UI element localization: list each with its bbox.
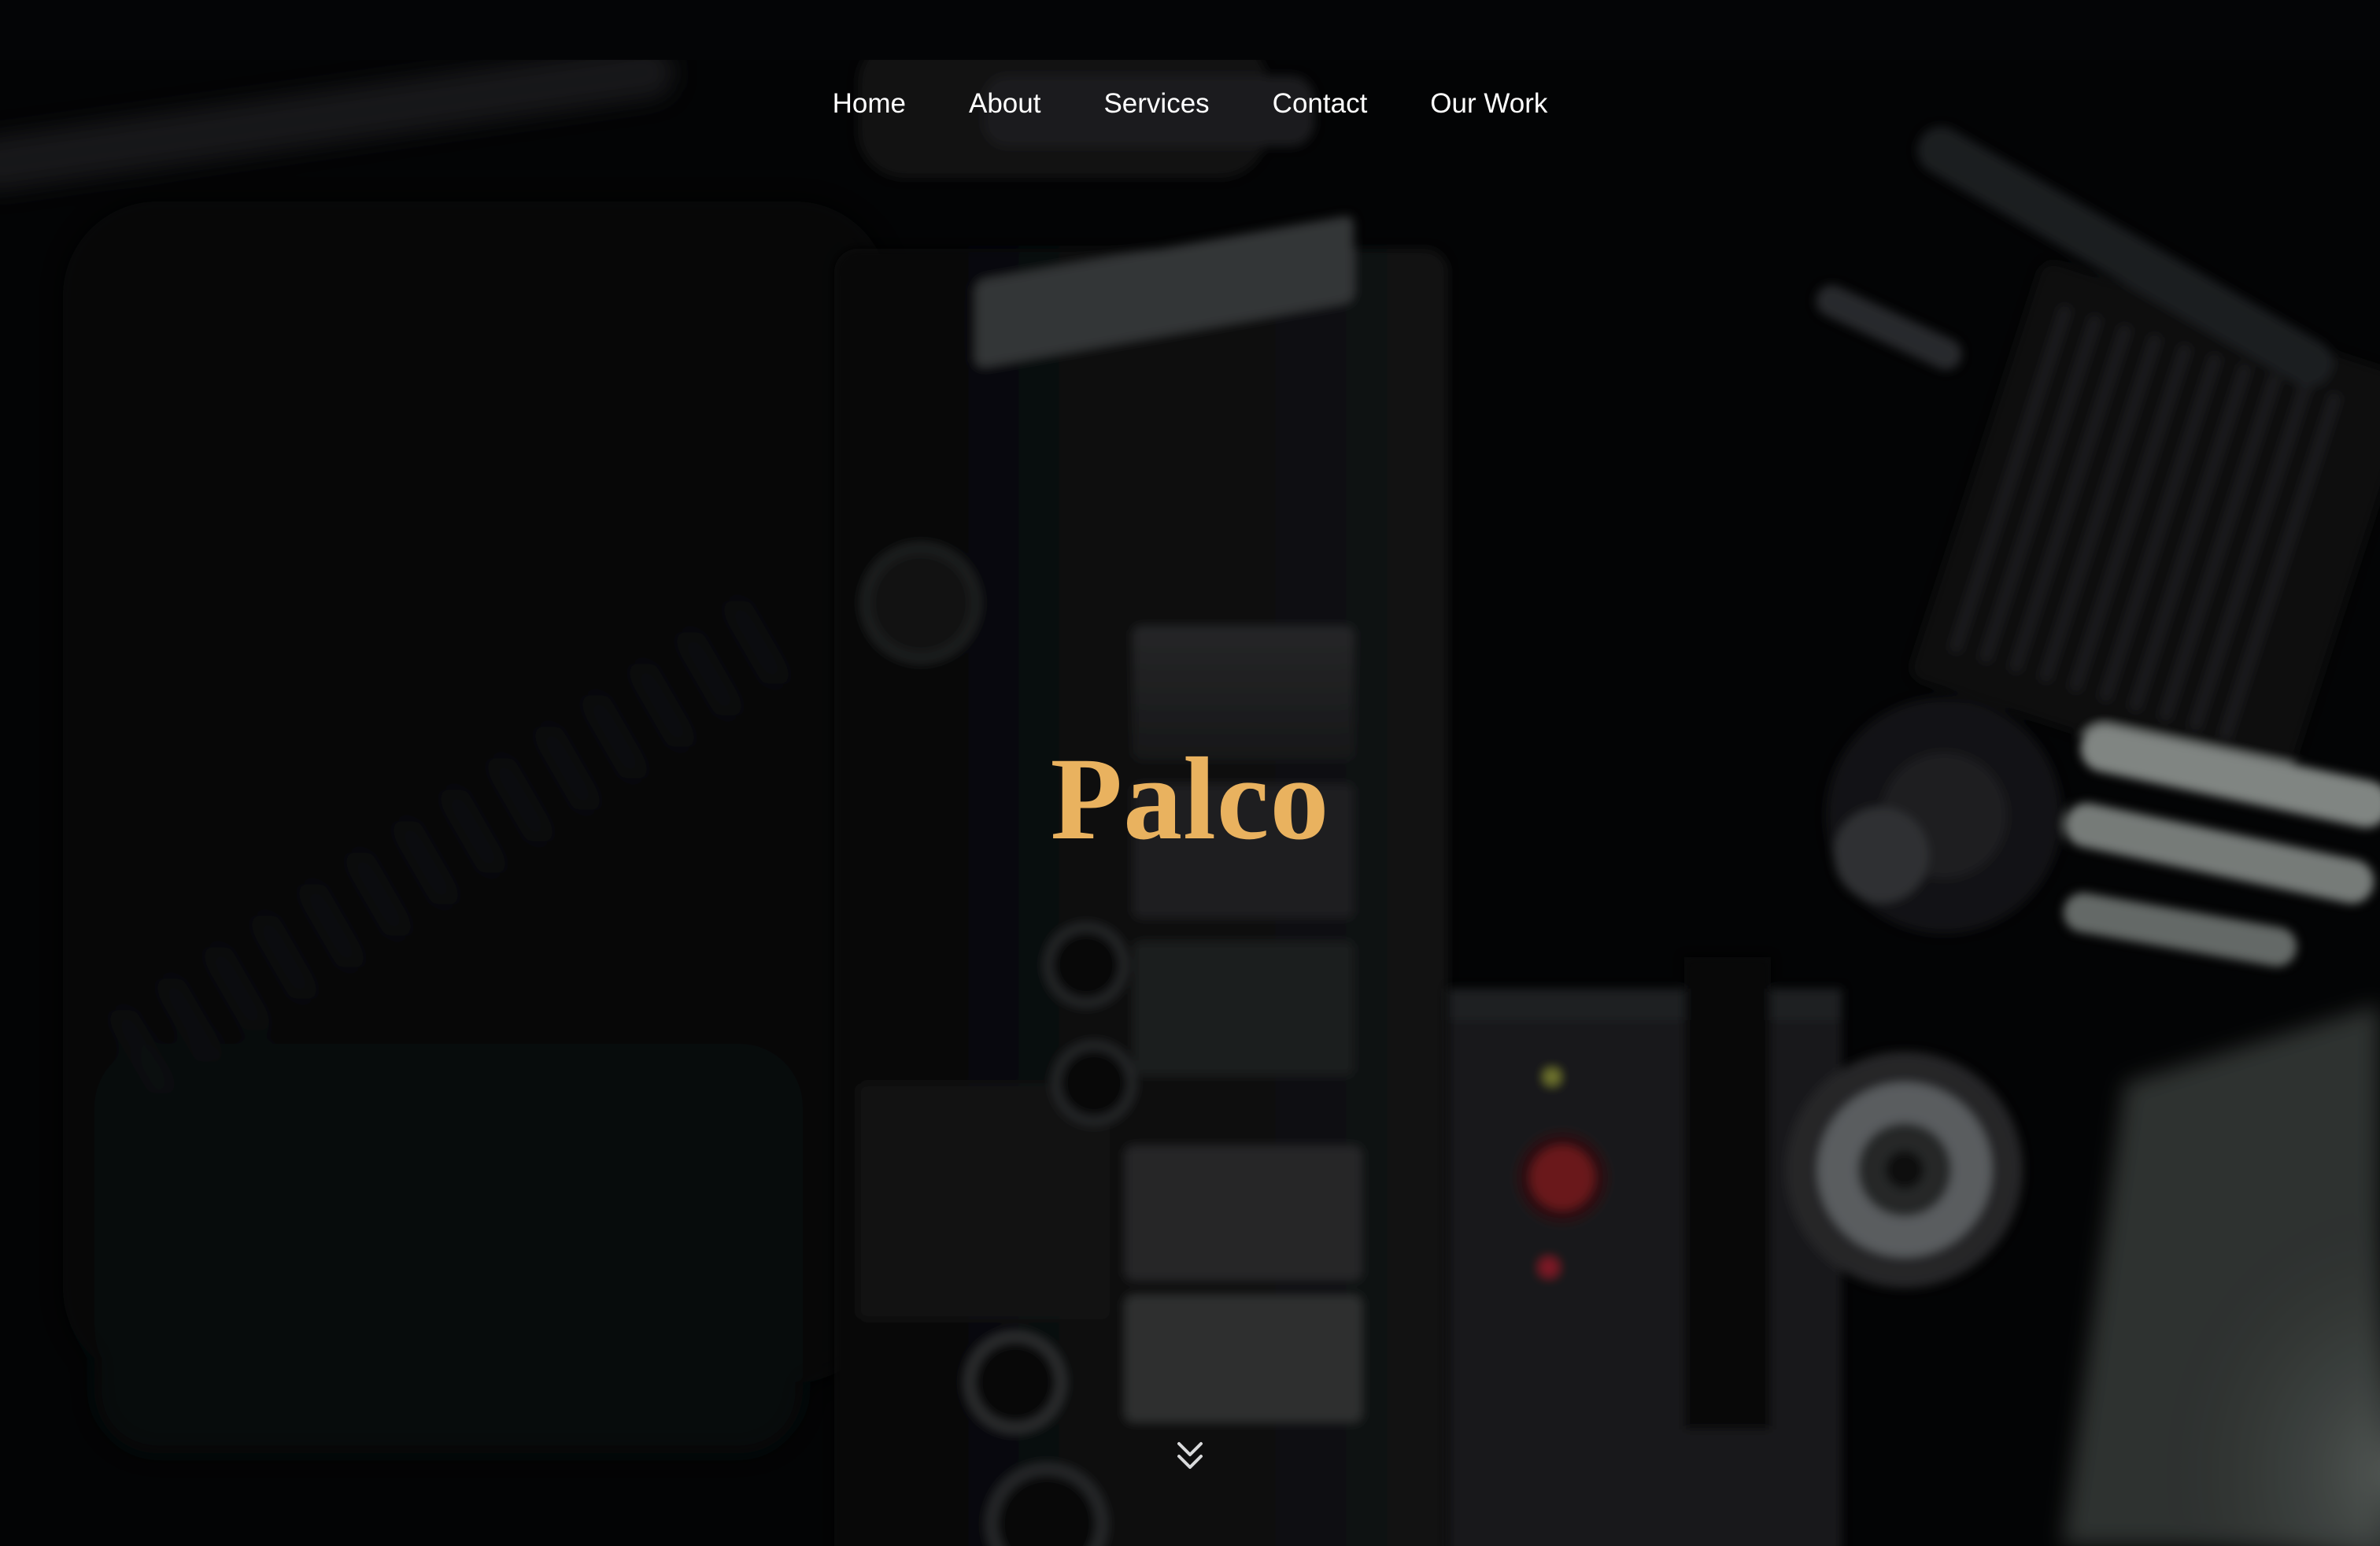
nav-services[interactable]: Services <box>1103 85 1209 123</box>
nav-our-work[interactable]: Our Work <box>1430 85 1547 123</box>
page: Home About Services Contact Our Work Pal… <box>0 0 2380 1546</box>
nav-home[interactable]: Home <box>833 85 906 123</box>
nav-contact[interactable]: Contact <box>1273 85 1368 123</box>
main-nav: Home About Services Contact Our Work <box>0 85 2380 123</box>
top-bar <box>0 0 2380 60</box>
scroll-down-button[interactable] <box>1174 1439 1206 1474</box>
hero-title: Palco <box>1050 734 1330 864</box>
double-chevron-down-icon <box>1177 1442 1203 1469</box>
nav-about[interactable]: About <box>969 85 1040 123</box>
